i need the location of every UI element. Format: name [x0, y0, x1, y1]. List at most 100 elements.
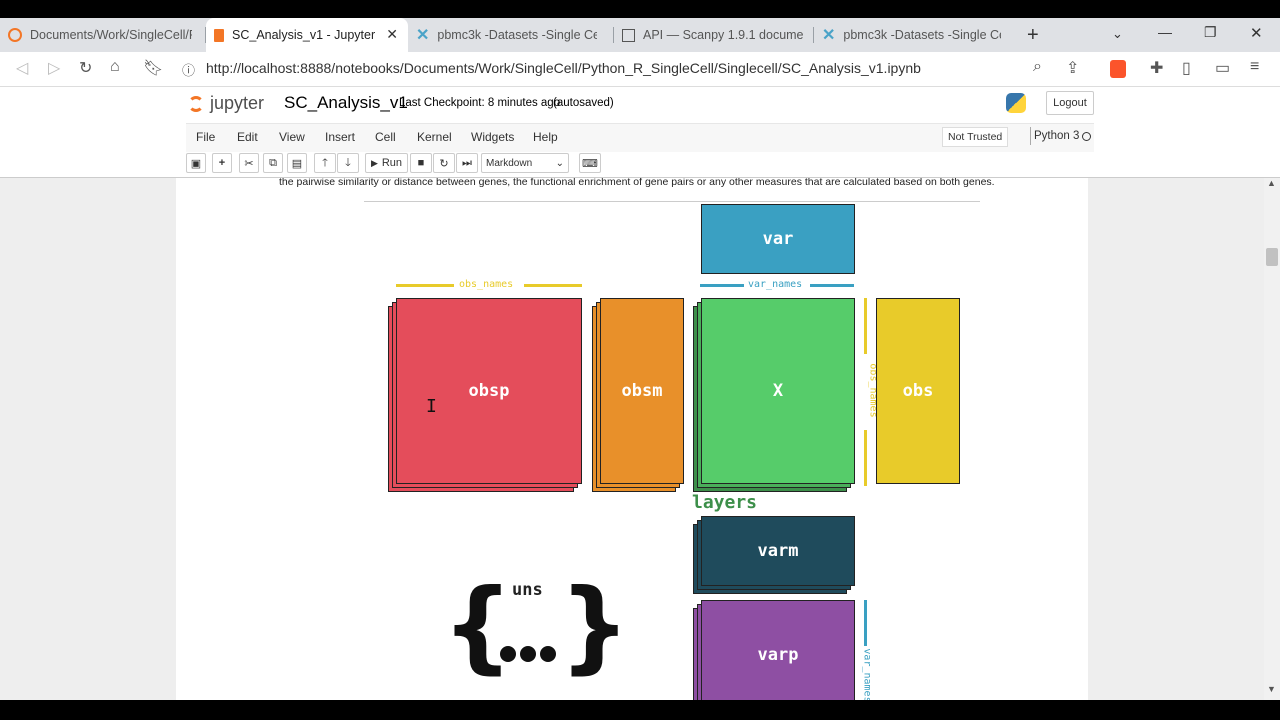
docs-icon	[622, 28, 635, 42]
fast-forward-icon[interactable]: ⏭	[456, 153, 478, 173]
run-button[interactable]: ▶ Run	[365, 153, 408, 173]
layers-label: layers	[692, 492, 758, 513]
move-down-icon[interactable]: 🡓	[337, 153, 359, 173]
cell-type-value: Markdown	[486, 157, 533, 169]
obs-names-label: obs_names	[459, 279, 514, 290]
sidebar-icon[interactable]: ▯	[1182, 58, 1191, 78]
tab-title: pbmc3k -Datasets -Single Cell	[437, 28, 598, 42]
restore-icon[interactable]: ❐	[1204, 24, 1217, 41]
bookmark-icon[interactable]: 🔖︎	[143, 58, 163, 78]
menu-bar: File Edit View Insert Cell Kernel Widget…	[186, 123, 1094, 152]
anndata-figure: var var_names obs_names obsp obsm X obs_…	[176, 178, 1088, 700]
tab-4[interactable]: API — Scanpy 1.9.1 documenta	[614, 18, 814, 52]
menu-widgets[interactable]: Widgets	[471, 130, 514, 144]
cut-icon[interactable]: ✂	[239, 153, 259, 173]
x-logo-icon: ✕	[416, 27, 430, 44]
close-icon[interactable]: ✕	[386, 26, 398, 43]
save-icon[interactable]: ▣	[186, 153, 206, 173]
autosave-status: (autosaved)	[553, 97, 614, 109]
play-icon: ▶	[370, 157, 378, 168]
menu-view[interactable]: View	[279, 130, 305, 144]
tab-2-active[interactable]: SC_Analysis_v1 - Jupyter No ✕	[206, 18, 408, 52]
tab-title: API — Scanpy 1.9.1 documenta	[643, 28, 803, 42]
paste-icon[interactable]: ▤	[287, 153, 307, 173]
checkpoint-status: Last Checkpoint: 8 minutes ago	[399, 97, 561, 109]
scroll-down-icon[interactable]: ▼	[1267, 684, 1276, 694]
menu-file[interactable]: File	[196, 130, 215, 144]
tab-5[interactable]: ✕ pbmc3k -Datasets -Single Cell	[814, 18, 1014, 52]
home-icon[interactable]: ⌂	[110, 58, 120, 76]
jupyter-folder-icon	[8, 28, 22, 42]
markdown-cell[interactable]: the pairwise similarity or distance betw…	[176, 178, 1088, 700]
menu-cell[interactable]: Cell	[375, 130, 396, 144]
menu-edit[interactable]: Edit	[237, 130, 258, 144]
forward-icon[interactable]: ▷	[48, 58, 60, 78]
insert-cell-icon[interactable]: +	[212, 153, 232, 173]
text-cursor-icon: I	[426, 396, 437, 417]
menu-icon[interactable]: ≡	[1250, 58, 1259, 76]
tab-title: pbmc3k -Datasets -Single Cell	[843, 28, 1002, 42]
stop-icon[interactable]: ■	[410, 153, 432, 173]
run-label: Run	[381, 157, 403, 169]
jupyter-logo-icon	[188, 95, 204, 112]
zoom-icon[interactable]: ⌕	[1033, 58, 1042, 76]
kernel-name: Python 3	[1034, 130, 1080, 142]
keyboard-icon[interactable]: ⌨	[579, 153, 601, 173]
obs-names-vline-top	[864, 298, 867, 354]
menu-help[interactable]: Help	[533, 130, 558, 144]
minimize-icon[interactable]: —	[1158, 24, 1172, 40]
obsm-block: obsm	[600, 298, 684, 484]
obsp-block: obsp	[396, 298, 582, 484]
window-close-icon[interactable]: ✕	[1250, 24, 1263, 42]
obs-block: obs	[876, 298, 960, 484]
browser-tab-bar: Documents/Work/SingleCell/Py SC_Analysis…	[0, 18, 1280, 52]
tab-title: SC_Analysis_v1 - Jupyter No	[232, 28, 377, 42]
var-block: var	[701, 204, 855, 274]
trust-indicator[interactable]: Not Trusted	[942, 127, 1009, 147]
varm-block: varm	[701, 516, 855, 586]
copy-icon[interactable]: ⧉	[263, 153, 283, 173]
menu-insert[interactable]: Insert	[325, 130, 355, 144]
scroll-up-icon[interactable]: ▲	[1267, 178, 1276, 188]
obs-names-vline-bottom	[864, 430, 867, 486]
menu-kernel[interactable]: Kernel	[417, 130, 452, 144]
info-icon[interactable]: ⓘ	[182, 60, 195, 79]
tab-1[interactable]: Documents/Work/SingleCell/Py	[0, 18, 206, 52]
notebook-area: the pairwise similarity or distance betw…	[0, 178, 1264, 700]
address-bar: ◁ ▷ ↻ ⌂ 🔖︎ ⓘ http://localhost:8888/noteb…	[0, 52, 1280, 87]
tab-3[interactable]: ✕ pbmc3k -Datasets -Single Cell	[408, 18, 614, 52]
wallet-icon[interactable]: ▭	[1215, 58, 1230, 78]
kernel-status-icon	[1082, 132, 1091, 141]
page-scrollbar[interactable]: ▲ ▼	[1264, 178, 1280, 700]
varp-block: varp	[701, 600, 855, 700]
brave-shield-icon[interactable]	[1110, 60, 1126, 78]
var-names-label: var_names	[748, 279, 803, 290]
back-icon[interactable]: ◁	[16, 58, 28, 78]
var-names-vline	[864, 600, 867, 646]
jupyter-notebook-icon	[214, 28, 224, 42]
jupyter-header: jupyter SC_Analysis_v1 Last Checkpoint: …	[0, 87, 1280, 178]
reload-icon[interactable]: ↻	[79, 58, 92, 78]
extensions-icon[interactable]: ✚	[1150, 58, 1163, 78]
ellipsis-icon	[500, 646, 556, 662]
jupyter-logo-text: jupyter	[210, 93, 265, 113]
jupyter-logo[interactable]: jupyter	[188, 93, 264, 114]
tab-search-icon[interactable]: ⌄	[1112, 26, 1123, 42]
uns-label: uns	[512, 580, 543, 600]
url-input[interactable]: http://localhost:8888/notebooks/Document…	[206, 60, 921, 76]
x-logo-icon: ✕	[822, 27, 836, 44]
chevron-down-icon: ⌄	[555, 157, 564, 169]
cell-type-select[interactable]: Markdown ⌄	[481, 153, 569, 173]
logout-button[interactable]: Logout	[1046, 91, 1094, 115]
python-logo-icon	[1006, 93, 1026, 113]
restart-icon[interactable]: ↻	[433, 153, 455, 173]
right-brace-icon: }	[559, 567, 631, 684]
share-icon[interactable]: ⇪	[1066, 58, 1079, 78]
notebook-name[interactable]: SC_Analysis_v1	[284, 93, 408, 113]
tab-title: Documents/Work/SingleCell/Py	[30, 28, 192, 42]
x-block: X	[701, 298, 855, 484]
new-tab-button[interactable]: +	[1027, 24, 1039, 47]
scrollbar-thumb[interactable]	[1266, 248, 1278, 266]
move-up-icon[interactable]: 🡑	[314, 153, 336, 173]
var-names-vertical-label: var_names	[861, 648, 873, 700]
